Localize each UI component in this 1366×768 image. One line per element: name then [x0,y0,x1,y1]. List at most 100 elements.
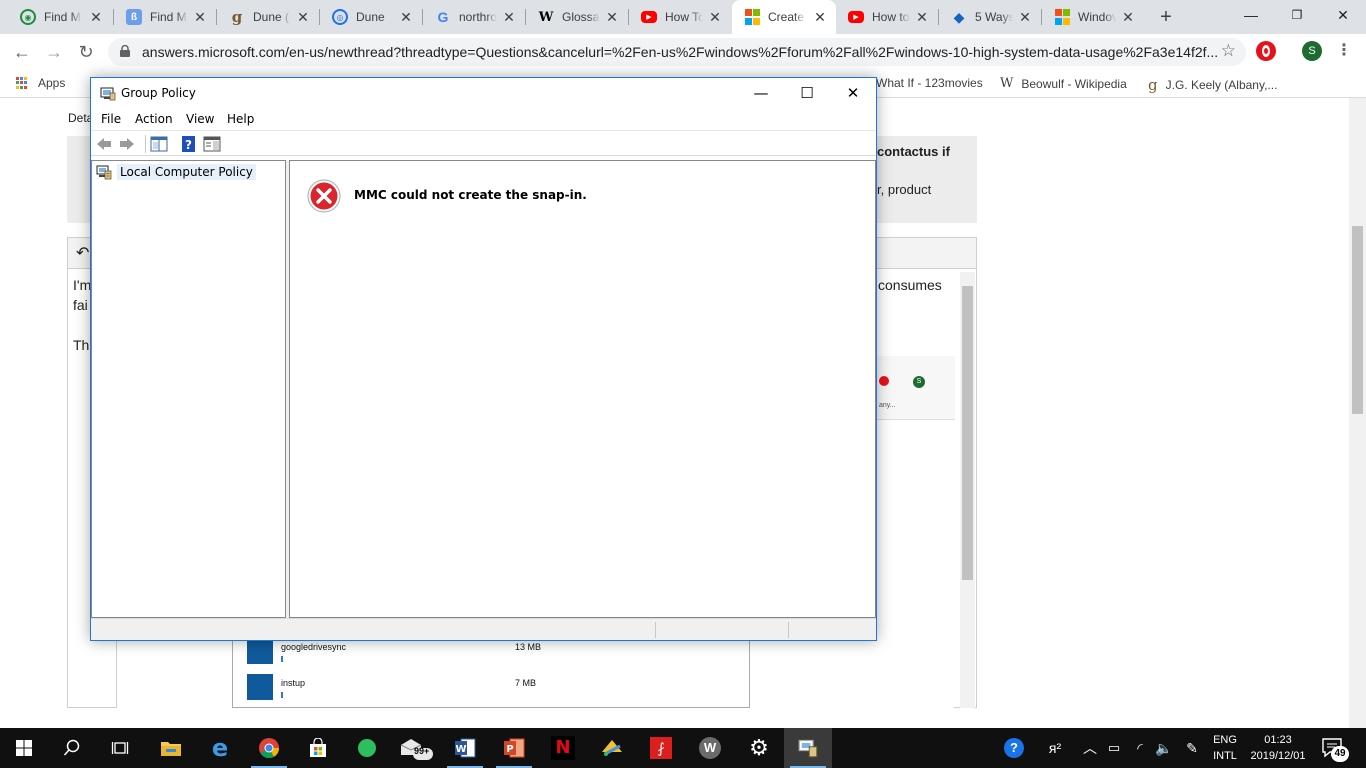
reload-button[interactable]: ↻ [74,40,98,64]
wikipedia-icon: W [538,9,554,25]
menu-file[interactable]: File [101,112,121,126]
gp-minimize-button[interactable]: — [738,78,784,108]
forward-button[interactable]: → [42,40,66,64]
taskbar-group-policy[interactable] [784,728,832,768]
menu-help[interactable]: Help [227,112,254,126]
bookmark-item[interactable]: g J.G. Keely (Albany,... [1148,76,1277,94]
tray-show-hidden[interactable]: ︿ [1080,728,1100,768]
taskbar-file-explorer[interactable] [147,728,195,768]
opera-extension-icon[interactable] [1256,41,1276,61]
taskbar-powerpoint[interactable]: P [490,728,538,768]
gp-title-bar[interactable]: Group Policy — ☐ ✕ [91,78,876,108]
cloud-app-icon [247,638,273,664]
opera-extension-icon [879,376,889,386]
url-text[interactable]: answers.microsoft.com/en-us/newthread?th… [142,44,1218,60]
taskbar-netflix[interactable]: N [539,728,587,768]
start-button[interactable] [0,728,48,768]
close-tab-icon[interactable]: ✕ [501,9,517,26]
close-tab-icon[interactable]: ✕ [88,9,104,26]
green-circle-icon: ◉ [20,9,36,25]
browser-tab-active[interactable]: Create ✕ [732,0,836,34]
tray-pen[interactable]: ✎ [1180,728,1204,768]
browser-minimize-button[interactable]: — [1228,0,1274,30]
browser-tab[interactable]: G northro ✕ [423,0,525,34]
address-bar[interactable]: answers.microsoft.com/en-us/newthread?th… [108,38,1246,66]
browser-tab[interactable]: ▶ How to ✕ [836,0,938,34]
forward-arrow-icon[interactable] [118,135,136,153]
page-scroll-thumb[interactable] [1352,226,1363,414]
browser-tab[interactable]: W Glossar ✕ [526,0,628,34]
back-button[interactable]: ← [10,40,34,64]
close-tab-icon[interactable]: ✕ [914,9,930,26]
bookmark-star-icon[interactable]: ☆ [1221,41,1236,61]
bookmark-item[interactable]: What If - 123movies [876,76,983,90]
policy-computer-icon [96,165,112,180]
taskbar-evernote[interactable] [343,728,391,768]
search-button[interactable] [48,728,96,768]
browser-menu-icon[interactable]: ⋮ [1336,40,1352,60]
taskbar-acrobat[interactable]: ⨏ [637,728,685,768]
close-tab-icon[interactable]: ✕ [398,9,414,26]
browser-restore-button[interactable]: ❐ [1274,0,1320,30]
close-tab-icon[interactable]: ✕ [812,9,828,26]
back-arrow-icon[interactable] [95,135,113,153]
close-tab-icon[interactable]: ✕ [1017,9,1033,26]
new-tab-button[interactable]: + [1154,5,1178,29]
show-hide-action-pane-icon[interactable] [203,135,221,153]
browser-tab[interactable]: ß Find M ✕ [114,0,216,34]
browser-tab[interactable]: Windov ✕ [1042,0,1144,34]
tray-people[interactable]: ᴙ² [1042,728,1068,768]
taskbar-word[interactable]: W [441,728,489,768]
netflix-icon: N [551,736,575,760]
tray-network[interactable]: ◜ [1128,728,1152,768]
status-pane-divider [655,622,656,638]
browser-tab[interactable]: g Dune ( ✕ [217,0,319,34]
bookmark-item[interactable]: W Beowulf - Wikipedia [1000,76,1127,91]
browser-tab[interactable]: ◎ Dune ✕ [320,0,422,34]
wikipedia-icon: W [1000,76,1014,91]
close-tab-icon[interactable]: ✕ [1120,9,1136,26]
browser-tab[interactable]: ◆ 5 Ways ✕ [939,0,1041,34]
tray-battery[interactable]: ▭ [1102,728,1126,768]
browser-close-button[interactable]: ✕ [1320,0,1366,30]
tray-help[interactable]: ? [1000,728,1028,768]
taskbar-wps[interactable]: W [686,728,734,768]
file-explorer-icon [161,742,181,756]
menu-action[interactable]: Action [135,112,173,126]
close-tab-icon[interactable]: ✕ [295,9,311,26]
profile-avatar[interactable]: S [1302,41,1322,61]
taskbar-settings[interactable]: ⚙ [735,728,783,768]
word-icon: W [455,738,476,758]
close-tab-icon[interactable]: ✕ [707,9,723,26]
gp-maximize-button[interactable]: ☐ [784,78,830,108]
tray-volume[interactable]: 🔈 [1152,728,1176,768]
result-pane: MMC could not create the snap-in. [289,160,876,618]
toolbar-divider [145,135,146,153]
show-hide-console-tree-icon[interactable] [150,135,168,153]
gp-close-button[interactable]: ✕ [830,78,876,108]
help-icon[interactable]: ? [180,135,198,153]
editor-scrollbar[interactable] [960,272,975,708]
menu-view[interactable]: View [186,112,214,126]
browser-tab[interactable]: ◉ Find M ✕ [8,0,112,34]
taskbar-chrome[interactable] [245,728,293,768]
editor-scroll-thumb[interactable] [962,286,973,580]
close-tab-icon[interactable]: ✕ [192,9,208,26]
taskbar-edge[interactable]: e [196,728,244,768]
system-clock[interactable]: 01:23 2019/12/01 [1246,732,1310,764]
page-scrollbar[interactable] [1349,98,1366,728]
close-tab-icon[interactable]: ✕ [604,9,620,26]
undo-icon[interactable]: ↶ [76,243,89,263]
error-icon [307,179,341,213]
tree-item-local-computer-policy[interactable]: Local Computer Policy [96,163,256,181]
browser-tab-strip: ◉ Find M ✕ ß Find M ✕ g Dune ( ✕ ◎ Dune … [0,0,1366,34]
taskbar-mail[interactable]: 99+ [392,728,440,768]
task-view-button[interactable] [96,728,144,768]
app-window-icon [247,674,273,700]
bookmark-apps[interactable]: Apps [16,76,65,90]
taskbar-store[interactable] [294,728,342,768]
input-language[interactable]: ENG INTL [1208,732,1242,764]
browser-tab[interactable]: ▶ How To ✕ [629,0,731,34]
taskbar-paint[interactable] [588,728,636,768]
console-tree-pane[interactable]: Local Computer Policy [91,160,286,618]
